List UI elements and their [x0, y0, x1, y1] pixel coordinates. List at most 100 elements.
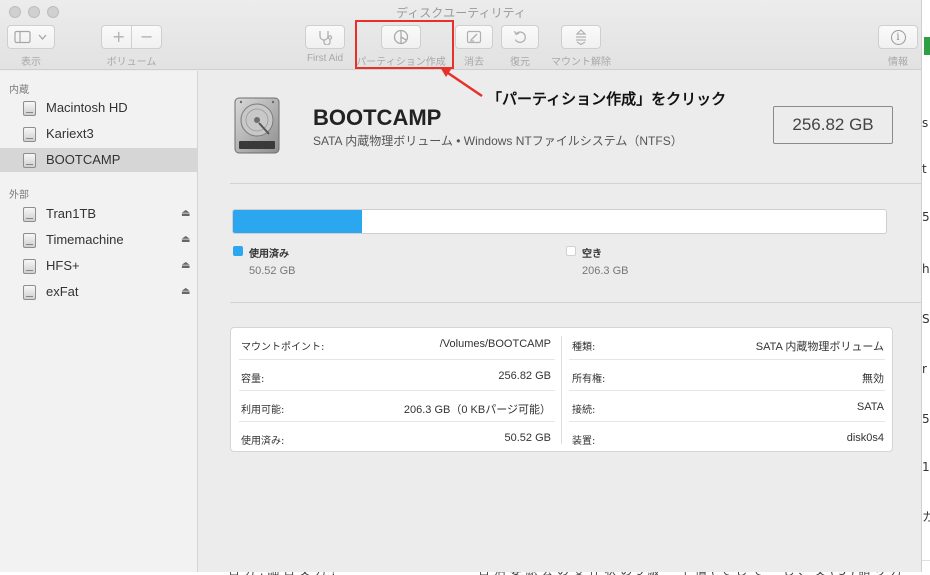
stethoscope-icon	[319, 31, 333, 45]
background-char: 5	[922, 210, 930, 224]
internal-disk-icon	[23, 101, 36, 116]
volume-name: BOOTCAMP	[313, 105, 442, 130]
erase-button[interactable]	[455, 25, 493, 49]
info-value: 無効	[862, 373, 884, 385]
eject-icon[interactable]: ⏏	[181, 286, 190, 297]
external-disk-icon	[23, 207, 36, 222]
sidebar-item-label: Tran1TB	[46, 206, 97, 221]
info-row-capacity: 容量: 256.82 GB	[231, 360, 559, 391]
usage-bar	[232, 209, 887, 234]
info-label: 利用可能:	[241, 405, 285, 416]
info-value: disk0s4	[846, 432, 884, 444]
info-label: 情報	[888, 57, 908, 68]
info-row-connection: 接続: SATA	[562, 391, 892, 422]
sidebar-section-external: 外部	[9, 190, 29, 201]
info-icon: i	[890, 29, 906, 45]
free-legend-label: 空き	[582, 249, 602, 260]
restore-button[interactable]	[501, 25, 539, 49]
background-char: t	[922, 162, 927, 176]
info-value: 256.82 GB	[498, 370, 551, 382]
sidebar-item-exfat[interactable]: exFat ⏏	[0, 280, 198, 304]
external-disk-icon	[23, 259, 36, 274]
info-label: 所有権:	[572, 374, 606, 385]
window-title: ディスクユーティリティ	[396, 6, 526, 20]
first-aid-label: First Aid	[306, 53, 344, 64]
remove-volume-button[interactable]: −	[140, 27, 153, 46]
free-legend-value: 206.3 GB	[582, 265, 629, 277]
volume-description: SATA 内蔵物理ボリューム • Windows NTファイルシステム（NTFS…	[313, 134, 683, 148]
hard-disk-icon	[234, 97, 280, 154]
usage-bar-used-fill	[233, 210, 362, 233]
sidebar-item-macintosh-hd[interactable]: Macintosh HD	[0, 96, 198, 120]
info-button[interactable]: i	[878, 25, 918, 49]
divider	[230, 302, 921, 303]
external-disk-icon	[23, 285, 36, 300]
info-label: 使用済み:	[241, 436, 285, 447]
erase-label: 消去	[464, 57, 484, 68]
used-legend-value: 50.52 GB	[249, 265, 296, 277]
background-char: 5	[922, 412, 930, 426]
titlebar-toolbar: ディスクユーティリティ 表示 + − ボリューム First Aid パーティシ…	[0, 0, 921, 70]
info-label: 接続:	[572, 405, 596, 416]
sidebar-item-timemachine[interactable]: Timemachine ⏏	[0, 228, 198, 252]
info-row-type: 種類: SATA 内蔵物理ボリューム	[562, 328, 892, 359]
volume-label: ボリューム	[106, 57, 157, 68]
eject-icon[interactable]: ⏏	[181, 234, 190, 245]
sidebar-item-label: Macintosh HD	[46, 100, 128, 115]
info-label: 装置:	[572, 436, 596, 447]
info-value: 206.3 GB（0 KBパージ可能）	[403, 404, 551, 416]
info-value: SATA 内蔵物理ボリューム	[755, 341, 884, 353]
sidebar-section-internal: 内蔵	[9, 85, 29, 96]
info-label: 容量:	[241, 374, 265, 385]
free-legend-swatch	[566, 246, 576, 256]
info-row-ownership: 所有権: 無効	[562, 360, 892, 391]
info-row-used: 使用済み: 50.52 GB	[231, 422, 559, 453]
info-row-available: 利用可能: 206.3 GB（0 KBパージ可能）	[231, 391, 559, 422]
unmount-button[interactable]	[561, 25, 601, 49]
background-char: カ	[922, 510, 930, 524]
internal-disk-icon	[23, 127, 36, 142]
sidebar-item-tran1tb[interactable]: Tran1TB ⏏	[0, 202, 198, 226]
view-button[interactable]	[7, 25, 55, 49]
sidebar-item-label: HFS+	[46, 258, 80, 273]
background-char: s	[922, 116, 929, 130]
background-page-right	[922, 0, 930, 575]
internal-disk-icon	[23, 153, 36, 168]
restore-arrow-icon	[513, 30, 526, 44]
volume-info-table: マウントポイント: /Volumes/BOOTCAMP 容量: 256.82 G…	[230, 327, 893, 452]
used-legend-label: 使用済み	[249, 249, 289, 260]
first-aid-button[interactable]	[305, 25, 345, 49]
divider	[230, 183, 921, 184]
volume-detail-pane: BOOTCAMP SATA 内蔵物理ボリューム • Windows NTファイル…	[199, 71, 921, 572]
background-char: 1	[922, 460, 930, 474]
volume-capacity-badge: 256.82 GB	[773, 106, 893, 144]
info-row-mount-point: マウントポイント: /Volumes/BOOTCAMP	[231, 328, 559, 359]
sidebar-item-label: Kariext3	[46, 126, 94, 141]
partition-highlight-box	[355, 20, 454, 69]
sidebar: 内蔵 Macintosh HD Kariext3 BOOTCAMP 外部 Tra…	[0, 71, 198, 572]
background-char: h	[922, 262, 930, 276]
eject-icon[interactable]: ⏏	[181, 208, 190, 219]
background-char: r	[922, 362, 927, 376]
disk-utility-window: ディスクユーティリティ 表示 + − ボリューム First Aid パーティシ…	[0, 0, 922, 572]
eject-icon[interactable]: ⏏	[181, 260, 190, 271]
sidebar-item-label: exFat	[46, 284, 79, 299]
unmount-icon	[575, 29, 587, 46]
add-volume-button[interactable]: +	[112, 27, 125, 46]
sidebar-item-label: BOOTCAMP	[46, 152, 121, 167]
sidebar-item-kariext3[interactable]: Kariext3	[0, 122, 198, 146]
info-value: SATA	[856, 401, 884, 413]
background-green-tab	[924, 37, 930, 55]
info-value: 50.52 GB	[504, 432, 551, 444]
info-label: マウントポイント:	[241, 342, 325, 353]
annotation-text: 「パーティション作成」をクリック	[487, 90, 727, 108]
sidebar-toggle-icon	[14, 30, 47, 44]
info-value: /Volumes/BOOTCAMP	[439, 338, 551, 350]
external-disk-icon	[23, 233, 36, 248]
sidebar-item-hfs-plus[interactable]: HFS+ ⏏	[0, 254, 198, 278]
unmount-label: マウント解除	[551, 57, 611, 68]
sidebar-item-bootcamp[interactable]: BOOTCAMP	[0, 148, 198, 172]
background-char: S	[922, 312, 930, 326]
sidebar-item-label: Timemachine	[46, 232, 124, 247]
screen: s t 5 h S r 5 1 カ 日 分 , 細 日 文 方 ? 日 活 委 …	[0, 0, 930, 575]
